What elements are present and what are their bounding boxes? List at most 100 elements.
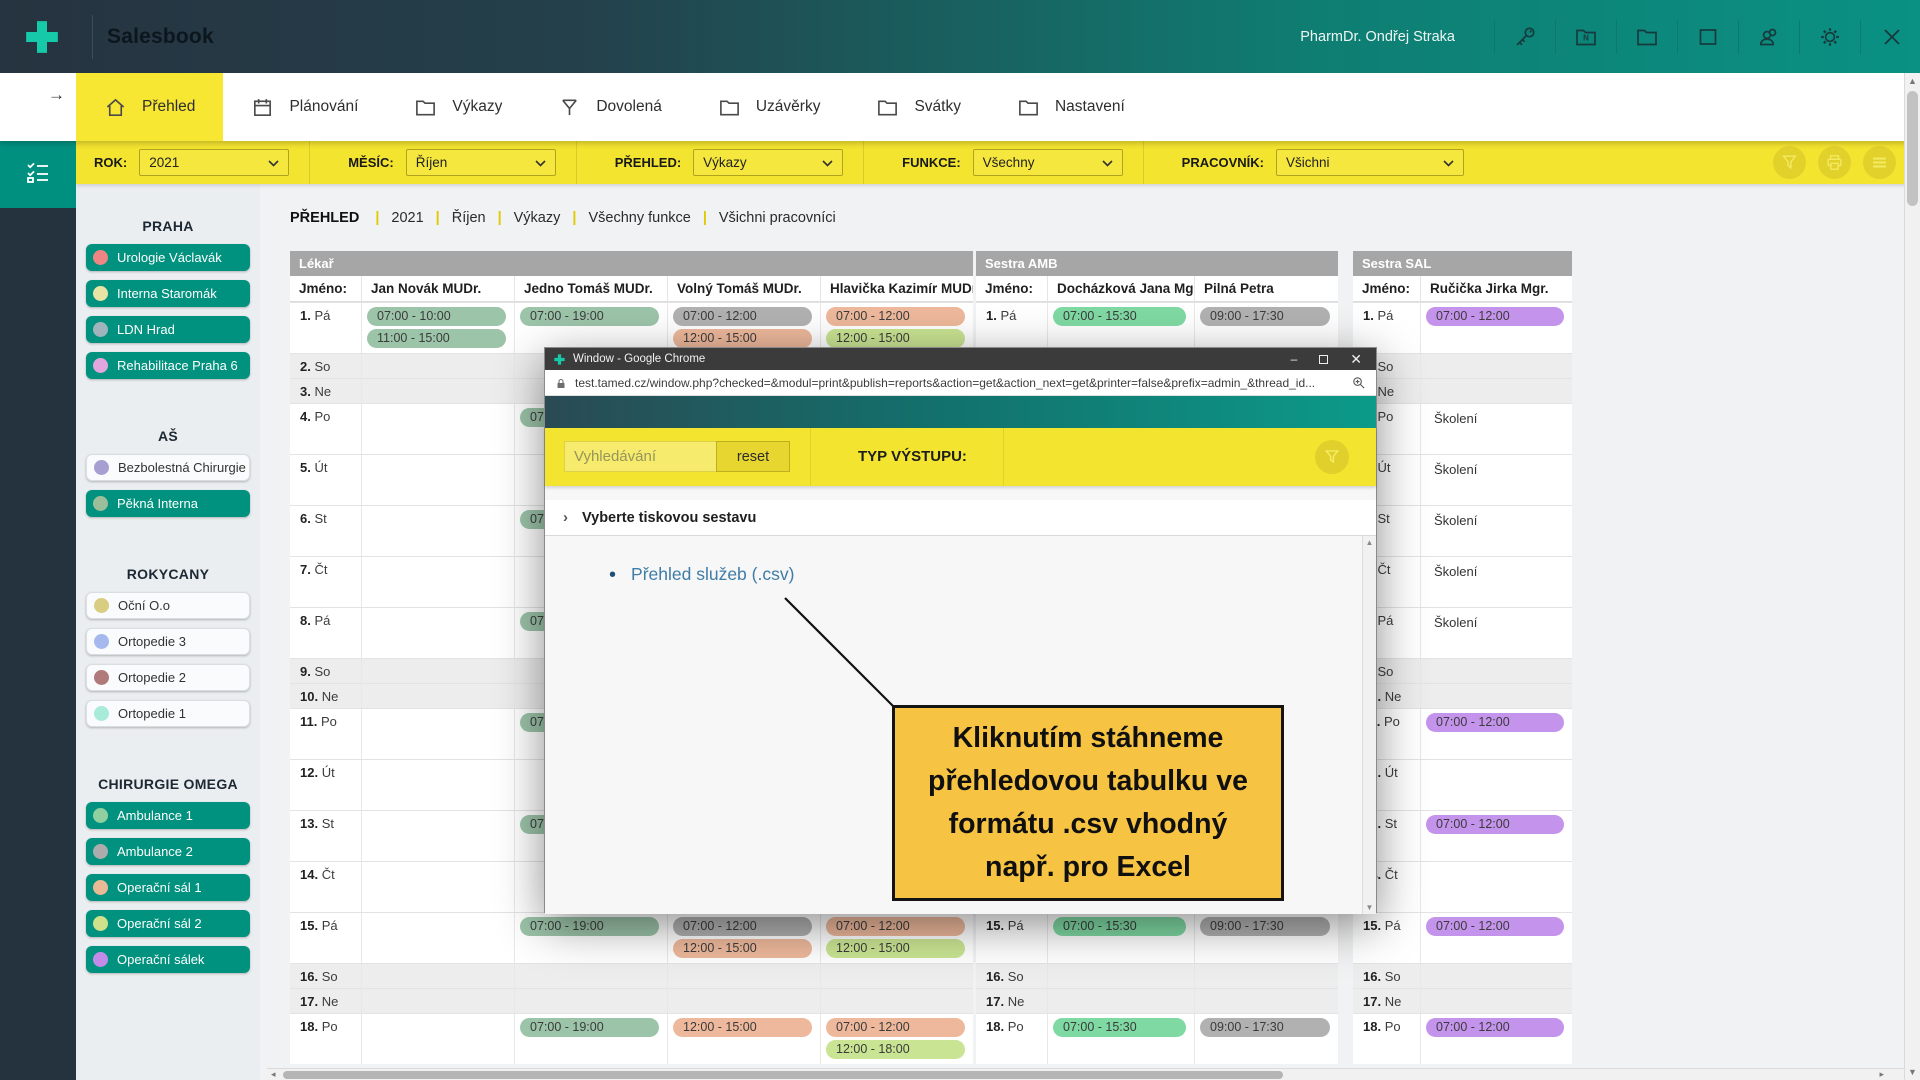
list-scroll-down-icon[interactable]: ▼ (1363, 903, 1376, 912)
scroll-right-icon[interactable]: ▸ (1879, 1069, 1884, 1080)
shift-cell[interactable]: Školení (1420, 455, 1572, 505)
shift-pill[interactable]: 12:00 - 15:00 (673, 1018, 812, 1037)
shift-cell[interactable]: 07:00 - 12:00 (1420, 913, 1572, 963)
minimize-icon[interactable]: – (1291, 353, 1298, 365)
shift-cell[interactable] (1420, 964, 1572, 988)
shift-cell[interactable] (514, 964, 667, 988)
search-input[interactable] (564, 441, 716, 472)
location-interna-staromak[interactable]: Interna Staromák (86, 280, 250, 307)
shift-cell[interactable] (361, 964, 514, 988)
shift-pill[interactable]: 07:00 - 19:00 (520, 307, 659, 326)
shift-pill[interactable]: 07:00 - 12:00 (1426, 815, 1564, 834)
horizontal-scrollbar[interactable]: ◂ ▸ (267, 1068, 1904, 1080)
shift-pill[interactable]: 07:00 - 12:00 (1426, 713, 1564, 732)
zoom-icon[interactable] (1351, 375, 1366, 390)
location-pekna-interna[interactable]: Pěkná Interna (86, 490, 250, 517)
shift-cell[interactable]: 09:00 - 17:30 (1194, 913, 1338, 963)
location-ambulance-2[interactable]: Ambulance 2 (86, 838, 250, 865)
breadcrumb-item-rijen[interactable]: Říjen (452, 210, 486, 226)
shift-pill[interactable]: 07:00 - 15:30 (1053, 307, 1186, 326)
shift-pill[interactable]: 09:00 - 17:30 (1200, 917, 1330, 936)
shift-pill[interactable]: 07:00 - 12:00 (826, 1018, 965, 1037)
filter-icon[interactable] (1315, 440, 1349, 474)
location-operacni-salek[interactable]: Operační sálek (86, 946, 250, 973)
shift-cell[interactable]: 07:00 - 19:00 (514, 1014, 667, 1064)
shift-cell[interactable] (361, 608, 514, 658)
users-icon[interactable] (1756, 24, 1782, 50)
location-operacni-sal-1[interactable]: Operační sál 1 (86, 874, 250, 901)
location-operacni-sal-2[interactable]: Operační sál 2 (86, 910, 250, 937)
prehled-select[interactable]: Výkazy (693, 149, 843, 176)
vertical-scroll-thumb[interactable] (1907, 91, 1918, 206)
location-rehabilitace-praha-6[interactable]: Rehabilitace Praha 6 (86, 352, 250, 379)
popup-list-scrollbar[interactable]: ▲ ▼ (1362, 536, 1376, 914)
shift-cell[interactable]: 09:00 - 17:30 (1194, 303, 1338, 353)
user-name[interactable]: PharmDr. Ondřej Straka (1300, 29, 1455, 45)
tab-nastaveni[interactable]: Nastavení (989, 73, 1153, 141)
shift-pill[interactable]: 07:00 - 12:00 (673, 307, 812, 326)
shift-cell[interactable]: Školení (1420, 404, 1572, 454)
shift-pill[interactable]: 07:00 - 19:00 (520, 917, 659, 936)
shift-cell[interactable]: 09:00 - 17:30 (1194, 1014, 1338, 1064)
shift-pill[interactable]: 07:00 - 10:00 (367, 307, 506, 326)
scroll-left-icon[interactable]: ◂ (271, 1069, 276, 1080)
shift-pill[interactable]: 07:00 - 19:00 (520, 1018, 659, 1037)
shift-cell[interactable]: 07:00 - 12:00 (1420, 303, 1572, 353)
gear-icon[interactable] (1817, 24, 1843, 50)
window-icon[interactable] (1695, 24, 1721, 50)
tab-uzaverky[interactable]: Uzávěrky (690, 73, 849, 141)
location-ortopedie-2[interactable]: Ortopedie 2 (86, 664, 250, 691)
shift-cell[interactable]: 07:00 - 12:00 12:00 - 18:00 (820, 1014, 973, 1064)
shift-cell[interactable] (1047, 989, 1194, 1013)
popup-urlbar[interactable]: test.tamed.cz/window.php?checked=&modul=… (545, 370, 1376, 396)
shift-cell[interactable] (820, 989, 973, 1013)
shift-cell[interactable] (361, 379, 514, 403)
popup-url[interactable]: test.tamed.cz/window.php?checked=&modul=… (575, 376, 1343, 390)
shift-cell[interactable]: Školení (1420, 608, 1572, 658)
shift-cell[interactable] (1420, 862, 1572, 912)
shift-cell[interactable] (1047, 964, 1194, 988)
shift-cell[interactable]: 07:00 - 12:00 (1420, 811, 1572, 861)
shift-cell[interactable]: 07:00 - 12:00 (1420, 709, 1572, 759)
tab-planovani[interactable]: Plánování (223, 73, 386, 141)
breadcrumb-item-2021[interactable]: 2021 (391, 210, 423, 226)
tab-vykazy[interactable]: Výkazy (386, 73, 530, 141)
shift-pill[interactable]: 07:00 - 12:00 (1426, 917, 1564, 936)
shift-pill[interactable]: 12:00 - 15:00 (826, 329, 965, 348)
location-ortopedie-1[interactable]: Ortopedie 1 (86, 700, 250, 727)
shift-cell[interactable]: 07:00 - 19:00 (514, 913, 667, 963)
popup-titlebar[interactable]: Window - Google Chrome – ✕ (545, 348, 1376, 370)
shift-pill[interactable]: 12:00 - 18:00 (826, 1040, 965, 1059)
shift-cell[interactable] (1194, 989, 1338, 1013)
shift-cell[interactable] (514, 989, 667, 1013)
shift-pill[interactable]: 07:00 - 12:00 (826, 307, 965, 326)
csv-report-link[interactable]: Přehled služeb (.csv) (631, 564, 794, 585)
shift-cell[interactable]: 12:00 - 15:00 (667, 1014, 820, 1064)
shift-pill[interactable]: 07:00 - 15:30 (1053, 917, 1186, 936)
shift-cell[interactable]: Školení (1420, 506, 1572, 556)
shift-pill[interactable]: 07:00 - 12:00 (673, 917, 812, 936)
shift-cell[interactable]: 07:00 - 10:0011:00 - 15:00 (361, 303, 514, 353)
tab-dovolena[interactable]: Dovolená (530, 73, 690, 141)
location-bezbolestna-chirurgie[interactable]: Bezbolestná Chirurgie (86, 454, 250, 481)
shift-cell[interactable] (1420, 354, 1572, 378)
close-icon[interactable] (1878, 23, 1906, 51)
shift-cell[interactable] (361, 557, 514, 607)
shift-pill[interactable]: 12:00 - 15:00 (673, 329, 812, 348)
shift-cell[interactable] (361, 404, 514, 454)
maximize-icon[interactable] (1319, 355, 1328, 364)
shift-cell[interactable] (1420, 684, 1572, 708)
scroll-up-icon[interactable]: ▲ (1905, 76, 1920, 86)
breadcrumb-item-vsechny-funkce[interactable]: Všechny funkce (588, 210, 690, 226)
shift-cell[interactable]: 07:00 - 12:0012:00 - 15:00 (820, 913, 973, 963)
key-icon[interactable] (1512, 24, 1538, 50)
location-ambulance-1[interactable]: Ambulance 1 (86, 802, 250, 829)
location-urologie-vaclavak[interactable]: Urologie Václavák (86, 244, 250, 271)
tab-svatky[interactable]: Svátky (848, 73, 989, 141)
shift-cell[interactable]: 07:00 - 15:30 (1047, 913, 1194, 963)
shift-cell[interactable] (361, 455, 514, 505)
shift-cell[interactable]: 07:00 - 15:30 (1047, 303, 1194, 353)
mesic-select[interactable]: Říjen (406, 149, 556, 176)
shift-cell[interactable]: 07:00 - 12:00 12:00 - 15:00 (820, 303, 973, 353)
shift-cell[interactable]: 07:00 - 19:00 (514, 303, 667, 353)
